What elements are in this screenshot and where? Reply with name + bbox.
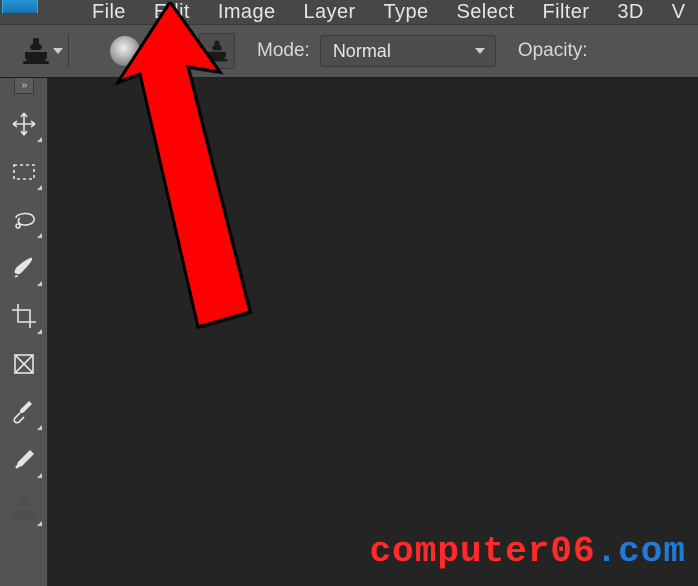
watermark-part2: .com (596, 531, 686, 572)
frame-tool[interactable] (3, 343, 45, 385)
brush-tool[interactable] (3, 247, 45, 289)
menu-edit[interactable]: Edit (140, 1, 204, 24)
mode-label: Mode: (257, 40, 310, 62)
blend-mode-select[interactable]: Normal (320, 35, 496, 67)
eyedropper-tool[interactable] (3, 391, 45, 433)
spot-healing-brush-tool[interactable] (3, 439, 45, 481)
menu-type[interactable]: Type (370, 1, 443, 24)
menu-file[interactable]: File (78, 1, 140, 24)
submenu-indicator-icon (37, 281, 42, 286)
separator (68, 34, 69, 68)
brush-preview-icon (110, 36, 140, 66)
move-tool[interactable] (3, 103, 45, 145)
brush-preset-picker[interactable] (99, 36, 151, 66)
current-tool-indicator[interactable] (20, 38, 66, 64)
submenu-indicator-icon (37, 473, 42, 478)
menu-filter[interactable]: Filter (529, 1, 604, 24)
clone-stamp-icon (23, 38, 49, 64)
submenu-indicator-icon (37, 233, 42, 238)
app-logo (2, 0, 38, 14)
clone-stamp-icon (11, 496, 36, 521)
clone-stamp-tool[interactable] (3, 487, 45, 529)
document-canvas[interactable] (48, 78, 698, 586)
brush-icon (10, 254, 38, 282)
submenu-indicator-icon (37, 329, 42, 334)
lasso-icon (10, 206, 38, 234)
healing-brush-icon (10, 446, 38, 474)
menu-view[interactable]: V (658, 1, 698, 24)
menu-3d[interactable]: 3D (603, 1, 657, 24)
opacity-label: Opacity: (518, 40, 588, 62)
clone-source-panel-button[interactable] (199, 33, 235, 69)
submenu-indicator-icon (37, 521, 42, 526)
watermark: computer06.com (370, 531, 686, 572)
clone-stamp-icon (207, 41, 228, 62)
double-chevron-icon: » (22, 80, 26, 91)
options-bar: Mode: Normal Opacity: (0, 24, 698, 78)
rectangular-marquee-tool[interactable] (3, 151, 45, 193)
submenu-indicator-icon (37, 185, 42, 190)
submenu-indicator-icon (37, 137, 42, 142)
menu-bar: File Edit Image Layer Type Select Filter… (0, 0, 698, 24)
tools-panel-collapse[interactable]: » (14, 78, 34, 94)
crop-tool[interactable] (3, 295, 45, 337)
move-icon (10, 110, 38, 138)
frame-icon (10, 350, 38, 378)
menu-image[interactable]: Image (204, 1, 290, 24)
blend-mode-value: Normal (333, 41, 391, 62)
marquee-icon (10, 158, 38, 186)
submenu-indicator-icon (37, 425, 42, 430)
toggle-brush-panel-button[interactable] (155, 33, 191, 69)
menu-layer[interactable]: Layer (290, 1, 370, 24)
crop-icon (10, 302, 38, 330)
lasso-tool[interactable] (3, 199, 45, 241)
eyedropper-icon (10, 398, 38, 426)
menu-select[interactable]: Select (443, 1, 529, 24)
tools-panel: » (0, 78, 48, 586)
folder-brush-icon (162, 40, 184, 62)
chevron-down-icon (475, 48, 485, 54)
watermark-part1: computer06 (370, 531, 596, 572)
chevron-down-icon (53, 48, 63, 54)
